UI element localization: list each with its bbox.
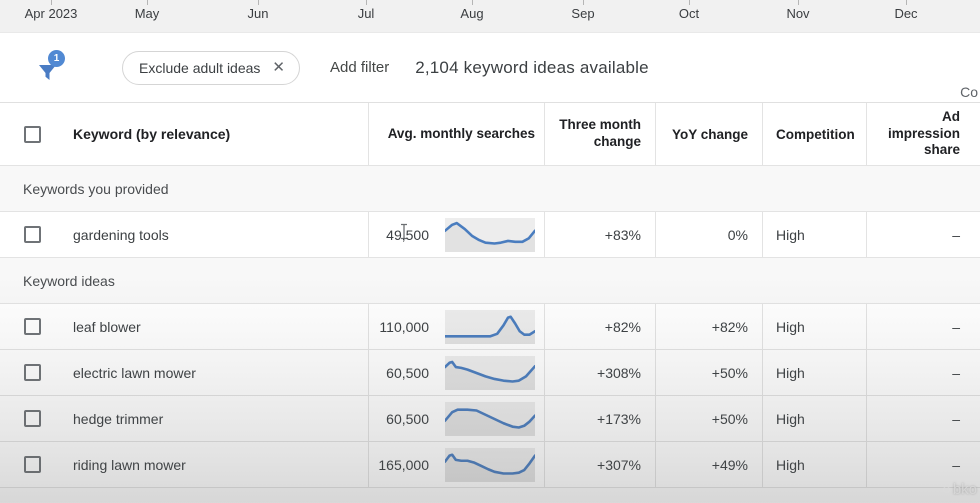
table-row: electric lawn mower 60,500 +308% +50% Hi… — [0, 350, 980, 396]
header-competition[interactable]: Competition — [763, 103, 867, 165]
axis-tick — [689, 0, 690, 5]
header-avg-monthly-searches[interactable]: Avg. monthly searches — [369, 103, 545, 165]
axis-tick — [472, 0, 473, 5]
keyword-cell: hedge trimmer — [73, 410, 164, 427]
yoy-change-value: +49% — [656, 442, 763, 487]
text-cursor-icon — [399, 223, 409, 243]
table-row: hedge trimmer 60,500 +173% +50% High – — [0, 396, 980, 442]
table-body: Keywords you provided gardening tools 49… — [0, 166, 980, 488]
month-label: Dec — [894, 6, 918, 21]
axis-tick — [583, 0, 584, 5]
chip-close-icon[interactable]: ✕ — [272, 60, 285, 75]
three-month-change-value: +83% — [545, 212, 656, 257]
header-yoy-change[interactable]: YoY change — [656, 103, 763, 165]
competition-value: High — [763, 350, 867, 395]
keyword-cell: electric lawn mower — [73, 364, 196, 381]
watermark-text: bko — [952, 481, 977, 498]
axis-tick — [798, 0, 799, 5]
yoy-change-value: +50% — [656, 396, 763, 441]
axis-tick — [366, 0, 367, 5]
ad-impression-share-value: – — [952, 410, 960, 427]
search-trend-sparkline — [445, 401, 535, 436]
search-trend-sparkline — [445, 355, 535, 390]
competition-value: High — [763, 304, 867, 349]
three-month-change-value: +308% — [545, 350, 656, 395]
competition-value: High — [763, 396, 867, 441]
three-month-change-value: +82% — [545, 304, 656, 349]
select-all-checkbox[interactable] — [24, 125, 41, 143]
competition-value: High — [763, 442, 867, 487]
yoy-change-value: +82% — [656, 304, 763, 349]
partial-next-row — [0, 488, 980, 502]
table-row: riding lawn mower 165,000 +307% +49% Hig… — [0, 442, 980, 488]
month-label: Oct — [678, 6, 700, 21]
axis-tick — [51, 0, 52, 5]
section-label: Keywords you provided — [0, 166, 980, 212]
avg-monthly-searches-value: 60,500 — [386, 410, 429, 427]
timeline-axis: Apr 2023 May Jun Jul Aug Sep Oct Nov Dec — [0, 0, 980, 33]
row-checkbox[interactable] — [24, 410, 41, 427]
axis-tick — [147, 0, 148, 5]
month-label: Jul — [357, 6, 375, 21]
axis-tick — [258, 0, 259, 5]
avg-monthly-searches-value: 60,500 — [386, 364, 429, 381]
filter-count-badge: 1 — [48, 49, 65, 67]
axis-tick — [906, 0, 907, 5]
row-checkbox[interactable] — [24, 318, 41, 335]
add-filter-button[interactable]: Add filter — [330, 59, 389, 76]
columns-button[interactable]: Co — [960, 84, 978, 100]
avg-monthly-searches-value: 110,000 — [379, 318, 429, 335]
header-keyword-label: Keyword (by relevance) — [73, 126, 231, 142]
month-label: Sep — [571, 6, 595, 21]
header-ad-impression-share[interactable]: Ad impression share — [867, 103, 980, 165]
search-trend-sparkline — [445, 309, 535, 344]
keyword-cell: leaf blower — [73, 318, 141, 335]
table-row: leaf blower 110,000 +82% +82% High – — [0, 304, 980, 350]
month-label: Jun — [247, 6, 269, 21]
filter-funnel-icon[interactable]: 1 — [36, 49, 66, 84]
ad-impression-share-value: – — [952, 364, 960, 381]
search-trend-sparkline — [445, 217, 535, 252]
search-trend-sparkline — [445, 447, 535, 482]
header-three-month-change[interactable]: Three month change — [545, 103, 656, 165]
section-label: Keyword ideas — [0, 258, 980, 304]
row-checkbox[interactable] — [24, 456, 41, 473]
header-keyword: Keyword (by relevance) — [0, 103, 369, 165]
competition-value: High — [763, 212, 867, 257]
keyword-planner-screen: Apr 2023 May Jun Jul Aug Sep Oct Nov Dec 1 Exclu… — [0, 0, 980, 503]
keyword-ideas-count: 2,104 keyword ideas available — [415, 57, 649, 77]
avg-monthly-searches-value: 165,000 — [378, 456, 429, 473]
three-month-change-value: +307% — [545, 442, 656, 487]
row-checkbox[interactable] — [24, 364, 41, 381]
month-label: Nov — [786, 6, 810, 21]
yoy-change-value: +50% — [656, 350, 763, 395]
filter-chip-exclude-adult-ideas[interactable]: Exclude adult ideas ✕ — [122, 50, 300, 85]
month-label: May — [134, 6, 160, 21]
month-label: Apr 2023 — [24, 6, 78, 21]
ad-impression-share-value: – — [952, 318, 960, 335]
row-checkbox[interactable] — [24, 226, 41, 243]
ad-impression-share-value: – — [952, 226, 960, 243]
watermark-dot-icon — [942, 486, 950, 493]
yoy-change-value: 0% — [656, 212, 763, 257]
three-month-change-value: +173% — [545, 396, 656, 441]
keyword-table: Keyword (by relevance) Avg. monthly sear… — [0, 103, 980, 502]
keyword-cell: gardening tools — [73, 226, 169, 243]
keyword-cell: riding lawn mower — [73, 456, 186, 473]
month-label: Aug — [460, 6, 484, 21]
filter-chip-label: Exclude adult ideas — [139, 59, 261, 76]
filter-bar: 1 Exclude adult ideas ✕ Add filter 2,104… — [0, 33, 980, 103]
table-header-row: Keyword (by relevance) Avg. monthly sear… — [0, 103, 980, 166]
table-row: gardening tools 49,500 +83% 0% High – — [0, 212, 980, 258]
watermark: bko — [942, 481, 977, 498]
